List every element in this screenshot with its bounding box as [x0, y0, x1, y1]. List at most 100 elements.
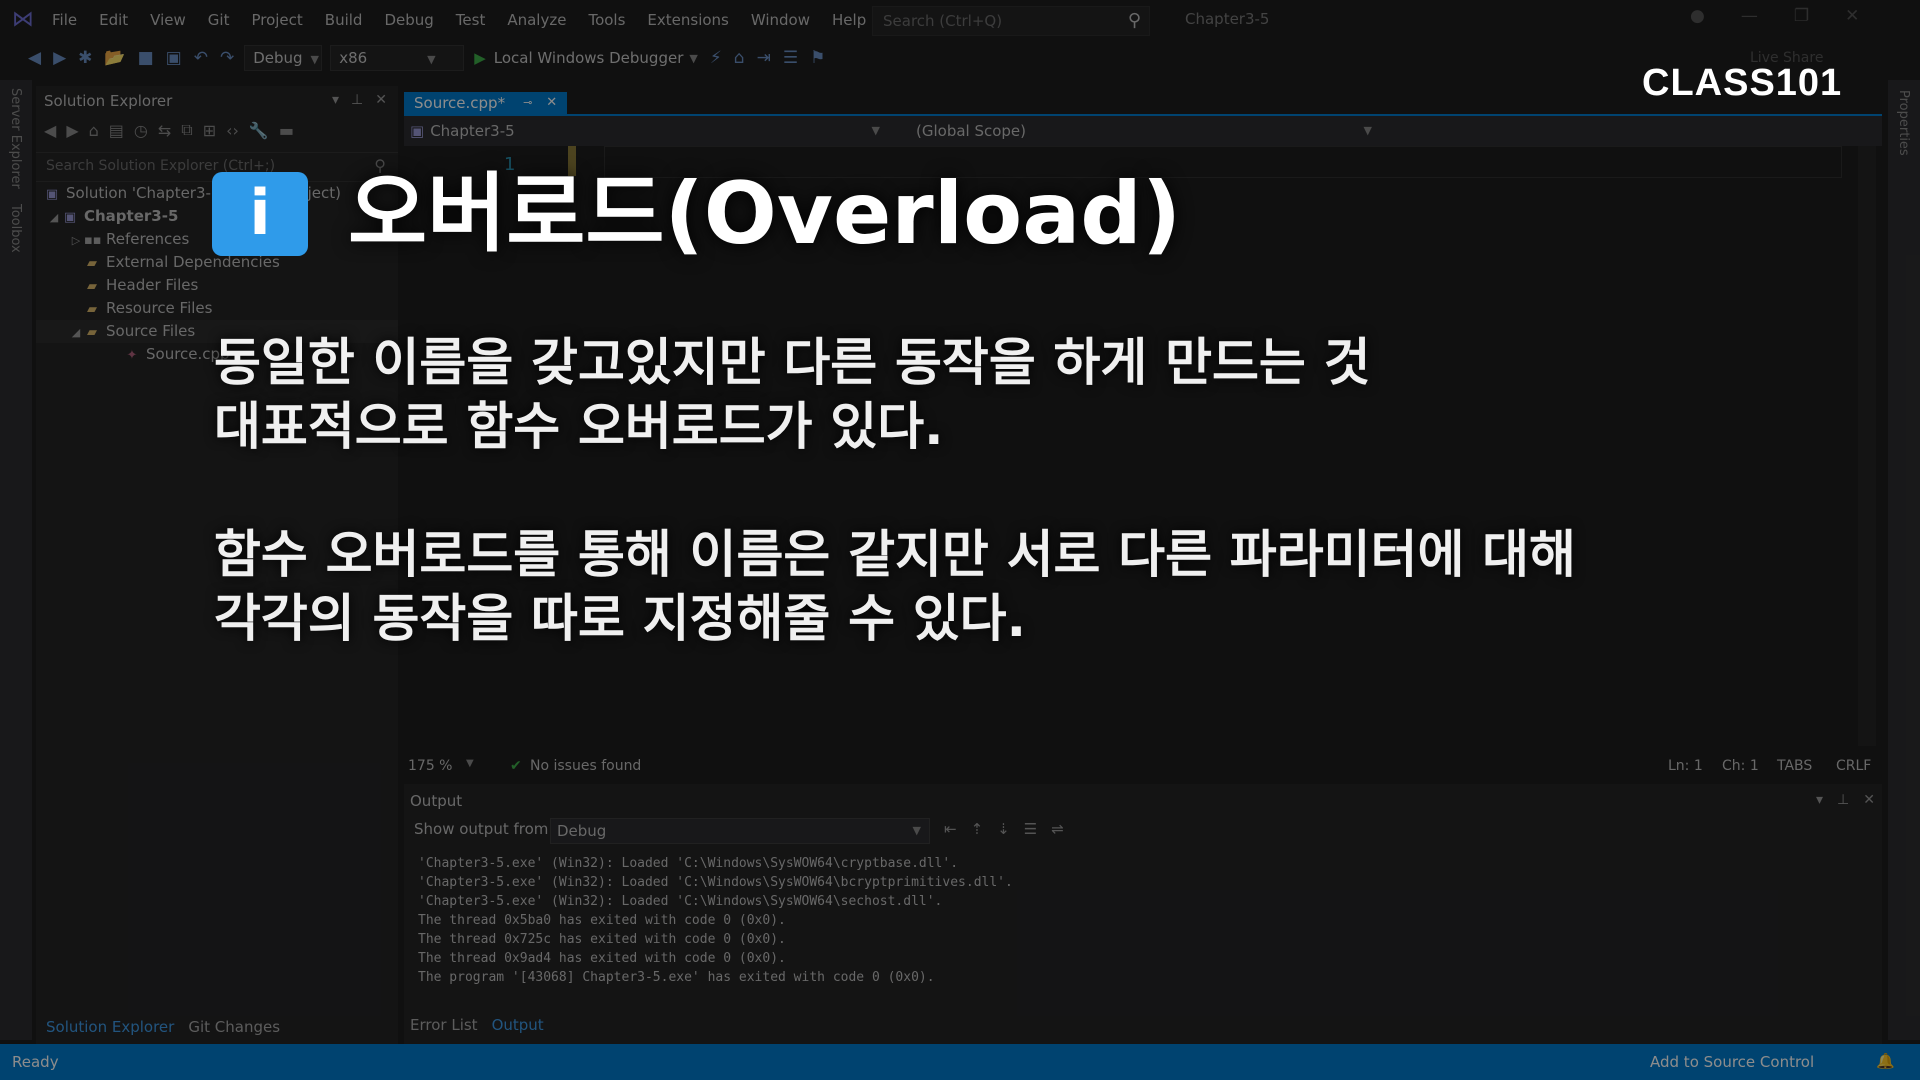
tree-references[interactable]: ▷ ▪▪ References [68, 228, 190, 251]
expand-arrow-icon: ▷ [71, 234, 81, 247]
output-source-value: Debug [557, 822, 607, 840]
menu-view[interactable]: View [150, 10, 200, 30]
home-icon[interactable]: ⌂ [89, 121, 99, 140]
find-icon[interactable]: ⇤ [944, 820, 957, 838]
output-line: The thread 0x9ad4 has exited with code 0… [418, 951, 786, 966]
indent-mode[interactable]: TABS [1777, 758, 1812, 774]
menu-test[interactable]: Test [456, 10, 500, 30]
pin-icon[interactable]: ⊥ [1837, 792, 1849, 808]
output-source-select[interactable]: Debug ▼ [550, 818, 930, 844]
folder-icon: ▰ [87, 325, 97, 340]
switch-views-icon[interactable]: ▤ [109, 121, 124, 140]
pin-icon[interactable]: ⊥ [351, 92, 363, 108]
code-icon[interactable]: ‹› [226, 121, 239, 140]
sync-icon[interactable]: ⇆ [158, 121, 171, 140]
menu-window[interactable]: Window [751, 10, 824, 30]
back-icon[interactable]: ◀ [44, 121, 56, 140]
step-icon[interactable]: ⇥ [757, 48, 771, 68]
output-line: 'Chapter3-5.exe' (Win32): Loaded 'C:\Win… [418, 875, 1013, 890]
prev-message-icon[interactable]: ⇡ [971, 820, 984, 838]
undo-icon[interactable]: ↶ [194, 48, 208, 68]
save-all-icon[interactable]: ▣ [166, 48, 182, 68]
pin-icon[interactable]: ⊸ [523, 92, 532, 114]
collapse-all-icon[interactable]: ⧉ [181, 120, 192, 140]
back-icon[interactable]: ◀ [28, 48, 41, 68]
minimize-icon[interactable]: — [1741, 6, 1758, 26]
menu-project[interactable]: Project [251, 10, 316, 30]
close-icon[interactable]: ✕ [1845, 6, 1859, 26]
platform-select[interactable]: x86 ▼ [330, 45, 465, 71]
output-line: The thread 0x5ba0 has exited with code 0… [418, 913, 786, 928]
line-ending[interactable]: CRLF [1836, 758, 1871, 774]
properties-icon[interactable]: 🔧 [249, 121, 269, 140]
menu-git[interactable]: Git [208, 10, 244, 30]
browse-icon[interactable]: ⌂ [734, 48, 745, 68]
config-select[interactable]: Debug ▼ [244, 45, 323, 71]
panel-controls: ▾ ⊥ ✕ [332, 92, 387, 108]
tree-label: Header Files [106, 276, 199, 294]
close-icon[interactable]: ✕ [375, 92, 387, 108]
open-file-icon[interactable]: 📂 [104, 48, 125, 68]
server-explorer-tab[interactable]: Server Explorer [8, 88, 23, 189]
tree-project[interactable]: ◢ ▣ Chapter3-5 [46, 205, 179, 228]
tab-git-changes[interactable]: Git Changes [188, 1018, 280, 1036]
account-icon[interactable]: ● [1690, 6, 1705, 26]
tree-resource-files[interactable]: ▰ Resource Files [84, 297, 212, 320]
run-label: Local Windows Debugger [493, 49, 684, 67]
chevron-down-icon[interactable]: ▾ [1816, 792, 1823, 808]
forward-icon[interactable]: ▶ [66, 121, 78, 140]
notifications-icon[interactable]: 🔔 [1876, 1052, 1895, 1070]
tab-output[interactable]: Output [492, 1016, 544, 1034]
save-icon[interactable]: ■ [138, 48, 154, 68]
forward-icon[interactable]: ▶ [53, 48, 66, 68]
chevron-down-icon: ▼ [427, 53, 436, 66]
zoom-level[interactable]: 175 % [408, 758, 452, 774]
clear-all-icon[interactable]: ☰ [1024, 820, 1037, 838]
search-input[interactable]: Search (Ctrl+Q) ⚲ [872, 6, 1150, 36]
close-icon[interactable]: ✕ [546, 92, 557, 114]
pending-changes-icon[interactable]: ◷ [134, 121, 148, 140]
tree-label: References [106, 230, 190, 248]
folder-icon: ▰ [87, 256, 97, 271]
menu-build[interactable]: Build [325, 10, 377, 30]
nav-project: Chapter3-5 [430, 122, 515, 140]
output-line: 'Chapter3-5.exe' (Win32): Loaded 'C:\Win… [418, 894, 943, 909]
menu-analyze[interactable]: Analyze [507, 10, 580, 30]
menu-debug[interactable]: Debug [384, 10, 447, 30]
show-all-files-icon[interactable]: ⊞ [203, 121, 216, 140]
menu-edit[interactable]: Edit [99, 10, 142, 30]
start-debugging-button[interactable]: ▶ Local Windows Debugger ▼ [474, 49, 698, 67]
restore-icon[interactable]: ❐ [1794, 6, 1809, 26]
scope-dropdown[interactable]: (Global Scope) ▼ [916, 120, 1372, 142]
word-wrap-icon[interactable]: ⇌ [1051, 820, 1064, 838]
close-icon[interactable]: ✕ [1863, 792, 1875, 808]
toolbox-tab[interactable]: Toolbox [8, 204, 23, 253]
issues-status[interactable]: No issues found [530, 758, 641, 774]
tab-source-cpp[interactable]: Source.cpp* ⊸ ✕ [404, 92, 568, 114]
left-tool-strip: Server Explorer Toolbox [0, 80, 32, 1040]
tree-header-files[interactable]: ▰ Header Files [84, 274, 198, 297]
new-project-icon[interactable]: ✱ [78, 48, 92, 68]
add-to-source-control-button[interactable]: Add to Source Control [1650, 1053, 1814, 1071]
tree-label: Resource Files [106, 299, 213, 317]
preview-icon[interactable]: ▬ [279, 121, 294, 140]
search-placeholder: Search (Ctrl+Q) [883, 12, 1003, 30]
hot-reload-icon[interactable]: ⚡ [710, 48, 722, 68]
panel-controls: ▾ ⊥ ✕ [1816, 792, 1875, 808]
next-message-icon[interactable]: ⇣ [997, 820, 1010, 838]
tab-solution-explorer[interactable]: Solution Explorer [46, 1018, 174, 1036]
editor-scrollbar[interactable] [1858, 146, 1876, 746]
redo-icon[interactable]: ↷ [220, 48, 234, 68]
project-dropdown[interactable]: ▣ Chapter3-5 ▼ [410, 120, 880, 142]
tab-error-list[interactable]: Error List [410, 1016, 478, 1034]
output-line: The program '[43068] Chapter3-5.exe' has… [418, 970, 935, 985]
chevron-down-icon[interactable]: ▾ [332, 92, 339, 108]
menu-tools[interactable]: Tools [588, 10, 639, 30]
overlay-title: 오버로드(Overload) [348, 164, 1182, 264]
bookmark-icon[interactable]: ⚑ [810, 48, 825, 68]
menu-file[interactable]: File [52, 10, 91, 30]
format-icon[interactable]: ☰ [783, 48, 798, 68]
chevron-down-icon[interactable]: ▼ [466, 758, 474, 769]
properties-tab[interactable]: Properties [1896, 90, 1911, 156]
menu-extensions[interactable]: Extensions [647, 10, 742, 30]
